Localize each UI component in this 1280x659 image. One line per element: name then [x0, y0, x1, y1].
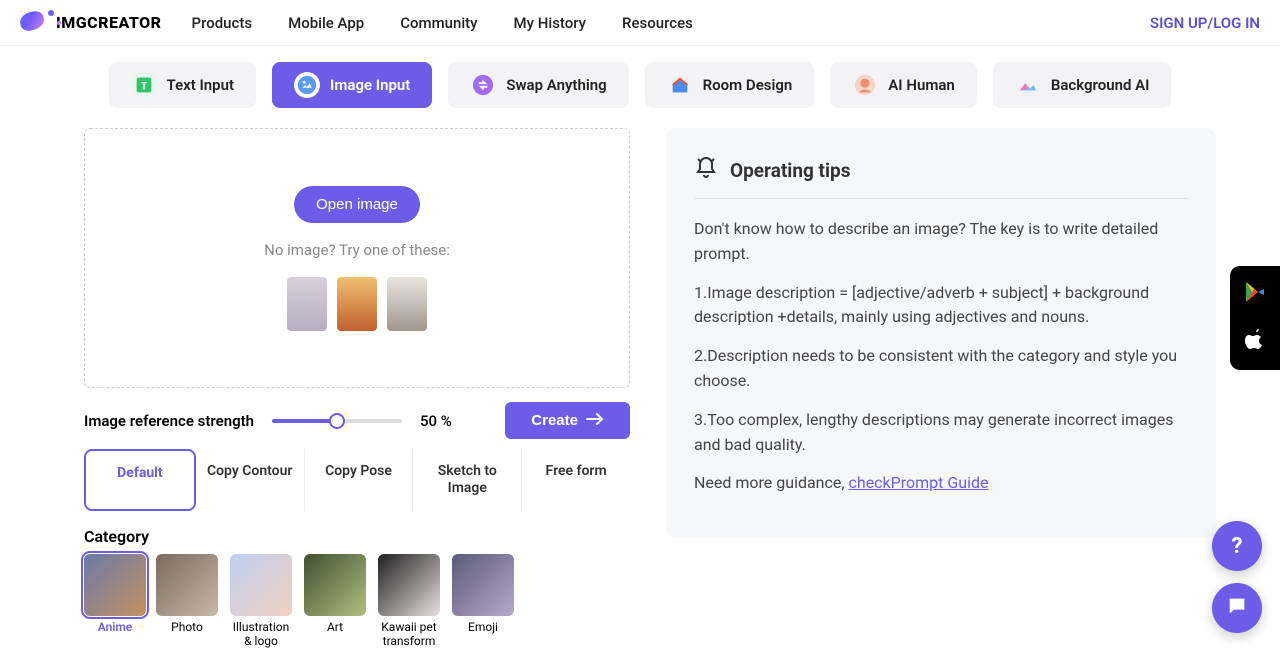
mode-label: AI Human [888, 76, 955, 94]
sample-image-2[interactable] [337, 277, 377, 331]
mode-text-input[interactable]: T Text Input [109, 62, 257, 108]
apple-icon[interactable] [1243, 328, 1267, 356]
arrow-right-icon [586, 412, 604, 429]
main-nav: Products Mobile App Community My History… [192, 14, 693, 32]
category-label: Art [327, 620, 343, 634]
nav-mobile-app[interactable]: Mobile App [288, 14, 364, 32]
mode-tabs: T Text Input Image Input Swap Anything R… [0, 46, 1280, 118]
mode-ai-human[interactable]: AI Human [830, 62, 977, 108]
strength-row: Image reference strength 50 % Create [84, 388, 630, 447]
slider-fill [272, 419, 337, 423]
google-play-icon[interactable] [1243, 280, 1267, 308]
category-title: Category [84, 527, 630, 546]
house-icon [667, 72, 693, 98]
category-anime[interactable]: Anime [84, 554, 146, 649]
category-label: Photo [171, 620, 203, 634]
open-image-button[interactable]: Open image [294, 186, 420, 223]
guide-prefix: Need more guidance, [694, 473, 849, 492]
tips-header: Operating tips [694, 156, 1188, 199]
mode-label: Text Input [167, 76, 235, 94]
mode-room-design[interactable]: Room Design [645, 62, 815, 108]
mode-swap-anything[interactable]: Swap Anything [448, 62, 628, 108]
tips-guide-line: Need more guidance, checkPrompt Guide [694, 471, 1188, 496]
category-art[interactable]: Art [304, 554, 366, 649]
mode-label: Room Design [703, 76, 793, 94]
category-label: Kawaii pet transform [376, 620, 442, 649]
create-button[interactable]: Create [505, 402, 630, 439]
subtab-free-form[interactable]: Free form [522, 449, 630, 511]
category-label: Illustration & logo [228, 620, 294, 649]
category-illustration-logo[interactable]: Illustration & logo [228, 554, 294, 649]
category-thumb [84, 554, 146, 616]
brand-logo[interactable]: IMGCREATOR [20, 12, 162, 34]
tips-intro: Don't know how to describe an image? The… [694, 217, 1188, 267]
header: IMGCREATOR Products Mobile App Community… [0, 0, 1280, 46]
category-thumb [378, 554, 440, 616]
nav-products[interactable]: Products [192, 14, 253, 32]
chat-icon [1226, 595, 1248, 621]
sample-image-3[interactable] [387, 277, 427, 331]
logo-mark-icon [20, 12, 50, 34]
category-label: Anime [98, 620, 133, 634]
text-icon: T [131, 72, 157, 98]
brand-name: IMGCREATOR [56, 13, 162, 32]
mode-label: Swap Anything [506, 76, 606, 94]
create-button-label: Create [531, 412, 578, 429]
category-thumb [304, 554, 366, 616]
mode-background-ai[interactable]: Background AI [993, 62, 1172, 108]
background-icon [1015, 72, 1041, 98]
slider-thumb[interactable] [329, 413, 345, 429]
tips-point-1: 1.Image description = [adjective/adverb … [694, 281, 1188, 331]
subtab-copy-contour[interactable]: Copy Contour [196, 449, 305, 511]
try-samples-label: No image? Try one of these: [264, 241, 450, 259]
sample-image-1[interactable] [287, 277, 327, 331]
image-icon [294, 72, 320, 98]
tips-title: Operating tips [730, 159, 850, 182]
nav-community[interactable]: Community [400, 14, 477, 32]
sample-images [287, 277, 427, 331]
strength-slider[interactable] [272, 419, 402, 423]
auth-link[interactable]: SIGN UP/LOG IN [1150, 14, 1260, 32]
mode-image-input[interactable]: Image Input [272, 62, 432, 108]
tips-body: Don't know how to describe an image? The… [694, 199, 1188, 496]
chat-fab[interactable] [1212, 583, 1262, 633]
nav-resources[interactable]: Resources [622, 14, 693, 32]
strength-percent: 50 % [420, 412, 452, 430]
category-list: Anime Photo Illustration & logo Art Kawa… [84, 554, 630, 649]
category-emoji[interactable]: Emoji [452, 554, 514, 649]
mode-label: Image Input [330, 76, 410, 94]
upload-dropzone[interactable]: Open image No image? Try one of these: [84, 128, 630, 388]
subtab-default[interactable]: Default [84, 449, 196, 511]
svg-text:T: T [140, 82, 147, 93]
category-kawaii-pet[interactable]: Kawaii pet transform [376, 554, 442, 649]
category-thumb [452, 554, 514, 616]
tips-point-3: 3.Too complex, lengthy descriptions may … [694, 408, 1188, 458]
nav-my-history[interactable]: My History [514, 14, 587, 32]
prompt-guide-link[interactable]: checkPrompt Guide [849, 473, 989, 492]
help-fab[interactable]: ? [1212, 521, 1262, 571]
category-thumb [156, 554, 218, 616]
category-thumb [230, 554, 292, 616]
strength-label: Image reference strength [84, 412, 254, 430]
subtab-sketch-to-image[interactable]: Sketch to Image [413, 449, 522, 511]
app-store-bar [1230, 266, 1280, 370]
category-label: Emoji [468, 620, 498, 634]
tips-point-2: 2.Description needs to be consistent wit… [694, 344, 1188, 394]
tips-panel: Operating tips Don't know how to describ… [666, 128, 1216, 538]
swap-icon [470, 72, 496, 98]
bell-icon [694, 156, 718, 184]
category-photo[interactable]: Photo [156, 554, 218, 649]
subtab-copy-pose[interactable]: Copy Pose [305, 449, 414, 511]
mode-label: Background AI [1051, 76, 1150, 94]
human-icon [852, 72, 878, 98]
subtab-bar: Default Copy Contour Copy Pose Sketch to… [84, 449, 630, 511]
